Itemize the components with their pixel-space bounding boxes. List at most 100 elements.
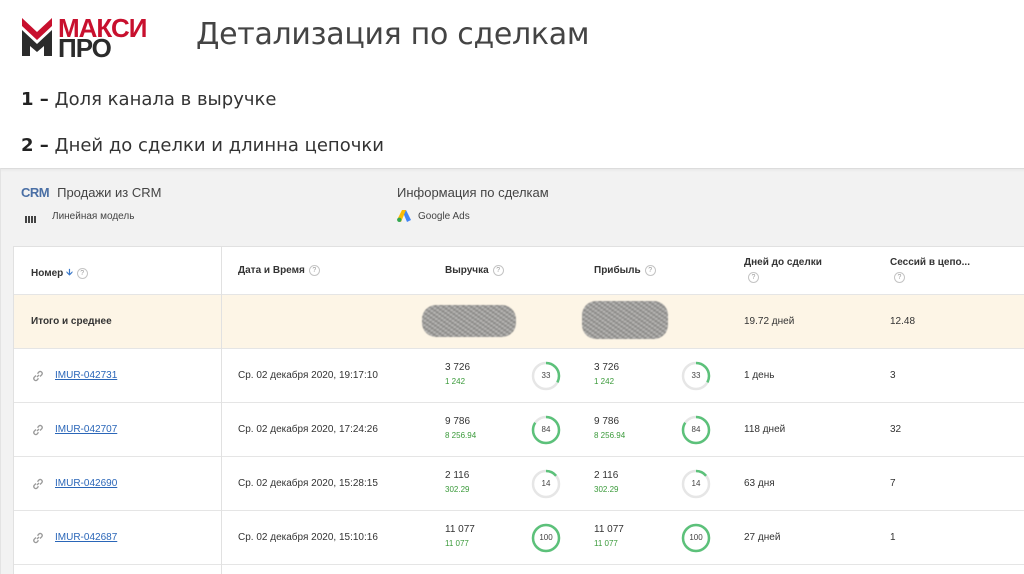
crm-source-context[interactable]: CRM Продажи из CRM Линейная модель — [21, 183, 161, 224]
point-1: 1 – Доля канала в выручке — [21, 89, 276, 110]
point-number: 1 – — [21, 89, 49, 110]
deals-info-context[interactable]: Информация по сделкам Google Ads — [397, 183, 549, 224]
totals-row: Итого и среднее 19.72 дней 12.48 — [14, 295, 1024, 349]
profit-cell: 3 726 1 242 — [594, 362, 619, 386]
order-id-link[interactable]: IMUR-042731 — [55, 370, 117, 381]
column-header-number[interactable]: Номер 🡫 ? — [31, 265, 88, 281]
table-header-row: Номер 🡫 ? Дата и Время ? Выручка ? Прибы… — [14, 247, 1024, 295]
google-ads-icon — [397, 210, 411, 222]
days-to-deal: 63 дня — [744, 478, 775, 489]
help-icon[interactable]: ? — [492, 265, 504, 276]
app-top-edge — [1, 169, 1024, 172]
crm-badge: CRM — [21, 184, 50, 200]
revenue-cell: 9 786 8 256.94 — [445, 416, 476, 440]
help-icon[interactable]: ? — [748, 272, 759, 283]
help-icon[interactable]: ? — [894, 272, 905, 283]
redacted-revenue-total — [422, 305, 516, 337]
share-percent: 84 — [541, 425, 551, 434]
crm-source-title: Продажи из CRM — [57, 184, 162, 200]
point-2: 2 – Дней до сделки и длинна цепочки — [21, 135, 384, 156]
revenue-value: 11 077 — [445, 524, 475, 535]
totals-days: 19.72 дней — [744, 316, 795, 327]
column-header-profit[interactable]: Прибыль ? — [594, 265, 656, 276]
share-donut: 14 — [531, 469, 561, 499]
help-icon[interactable]: ? — [76, 267, 88, 279]
sessions-in-chain: 1 — [890, 532, 896, 543]
profit-channel-share: 1 242 — [594, 377, 615, 386]
sort-down-icon[interactable]: 🡫 — [66, 265, 72, 281]
order-id-link[interactable]: IMUR-042690 — [55, 478, 117, 489]
logo-chevron-icon — [22, 18, 52, 56]
revenue-value: 2 116 — [445, 470, 470, 481]
share-donut: 100 — [681, 523, 711, 553]
share-donut: 33 — [681, 361, 711, 391]
profit-value: 3 726 — [594, 362, 620, 373]
logo-text-bottom: ПРО — [58, 33, 112, 63]
table-row: IMUR-042731 Ср. 02 декабря 2020, 19:17:1… — [14, 349, 1024, 403]
profit-cell: 9 786 8 256.94 — [594, 416, 625, 440]
bars-icon — [25, 214, 39, 223]
link-icon[interactable] — [31, 531, 45, 545]
revenue-cell: 3 726 1 242 — [445, 362, 470, 386]
deal-datetime: Ср. 02 декабря 2020, 19:17:10 — [238, 370, 378, 381]
share-donut: 14 — [681, 469, 711, 499]
point-text: Доля канала в выручке — [54, 89, 277, 110]
share-percent: 100 — [689, 533, 703, 542]
share-percent: 14 — [541, 479, 551, 488]
point-text: Дней до сделки и длинна цепочки — [54, 135, 384, 156]
attribution-model-label: Линейная модель — [52, 210, 135, 222]
slide-title: Детализация по сделкам — [196, 17, 590, 52]
days-to-deal: 118 дней — [744, 424, 786, 435]
order-id-link[interactable]: IMUR-042707 — [55, 424, 117, 435]
column-header-revenue[interactable]: Выручка ? — [445, 265, 504, 276]
share-donut: 84 — [531, 415, 561, 445]
table-row: IMUR-042707 Ср. 02 декабря 2020, 17:24:2… — [14, 403, 1024, 457]
sessions-in-chain: 32 — [890, 424, 902, 435]
help-icon[interactable]: ? — [644, 265, 656, 276]
deal-datetime: Ср. 02 декабря 2020, 15:28:15 — [238, 478, 378, 489]
share-donut: 100 — [531, 523, 561, 553]
revenue-value: 9 786 — [445, 416, 471, 427]
share-percent: 14 — [691, 479, 701, 488]
deal-datetime: Ср. 02 декабря 2020, 17:24:26 — [238, 424, 378, 435]
brand-logo: МАКСИ ПРО — [22, 15, 152, 63]
order-id-link[interactable]: IMUR-042687 — [55, 532, 117, 543]
revenue-channel-share: 8 256.94 — [445, 431, 477, 440]
revenue-channel-share: 302.29 — [445, 485, 470, 494]
sessions-in-chain: 7 — [890, 478, 896, 489]
help-icon[interactable]: ? — [308, 265, 320, 276]
table-row: IMUR-042687 Ср. 02 декабря 2020, 15:10:1… — [14, 511, 1024, 565]
days-to-deal: 1 день — [744, 370, 775, 381]
column-header-days[interactable]: Дней до сделки ? — [744, 257, 822, 283]
deals-table: Номер 🡫 ? Дата и Время ? Выручка ? Прибы… — [13, 246, 1024, 574]
profit-value: 2 116 — [594, 470, 619, 481]
share-percent: 33 — [541, 371, 551, 380]
revenue-channel-share: 11 077 — [445, 539, 469, 548]
app-screenshot: CRM Продажи из CRM Линейная модель Инфор… — [0, 168, 1024, 574]
share-percent: 33 — [691, 371, 701, 380]
totals-sessions: 12.48 — [890, 316, 916, 327]
share-donut: 33 — [531, 361, 561, 391]
share-percent: 84 — [691, 425, 701, 434]
table-row: IMUR-042690 Ср. 02 декабря 2020, 15:28:1… — [14, 457, 1024, 511]
column-header-datetime[interactable]: Дата и Время ? — [238, 265, 320, 276]
share-donut: 84 — [681, 415, 711, 445]
deal-datetime: Ср. 02 декабря 2020, 15:10:16 — [238, 532, 378, 543]
totals-label: Итого и среднее — [31, 316, 112, 327]
profit-channel-share: 11 077 — [594, 539, 618, 548]
days-to-deal: 27 дней — [744, 532, 781, 543]
column-divider — [221, 247, 222, 574]
link-icon[interactable] — [31, 369, 45, 383]
profit-cell: 2 116 302.29 — [594, 470, 618, 494]
revenue-value: 3 726 — [445, 362, 471, 373]
deals-info-title: Информация по сделкам — [397, 184, 549, 200]
column-header-sessions[interactable]: Сессий в цепо... ? — [890, 257, 970, 283]
redacted-profit-total — [582, 301, 668, 339]
profit-channel-share: 8 256.94 — [594, 431, 626, 440]
link-icon[interactable] — [31, 477, 45, 491]
revenue-cell: 11 077 11 077 — [445, 524, 475, 548]
sessions-in-chain: 3 — [890, 370, 896, 381]
revenue-cell: 2 116 302.29 — [445, 470, 469, 494]
link-icon[interactable] — [31, 423, 45, 437]
revenue-channel-share: 1 242 — [445, 377, 466, 386]
